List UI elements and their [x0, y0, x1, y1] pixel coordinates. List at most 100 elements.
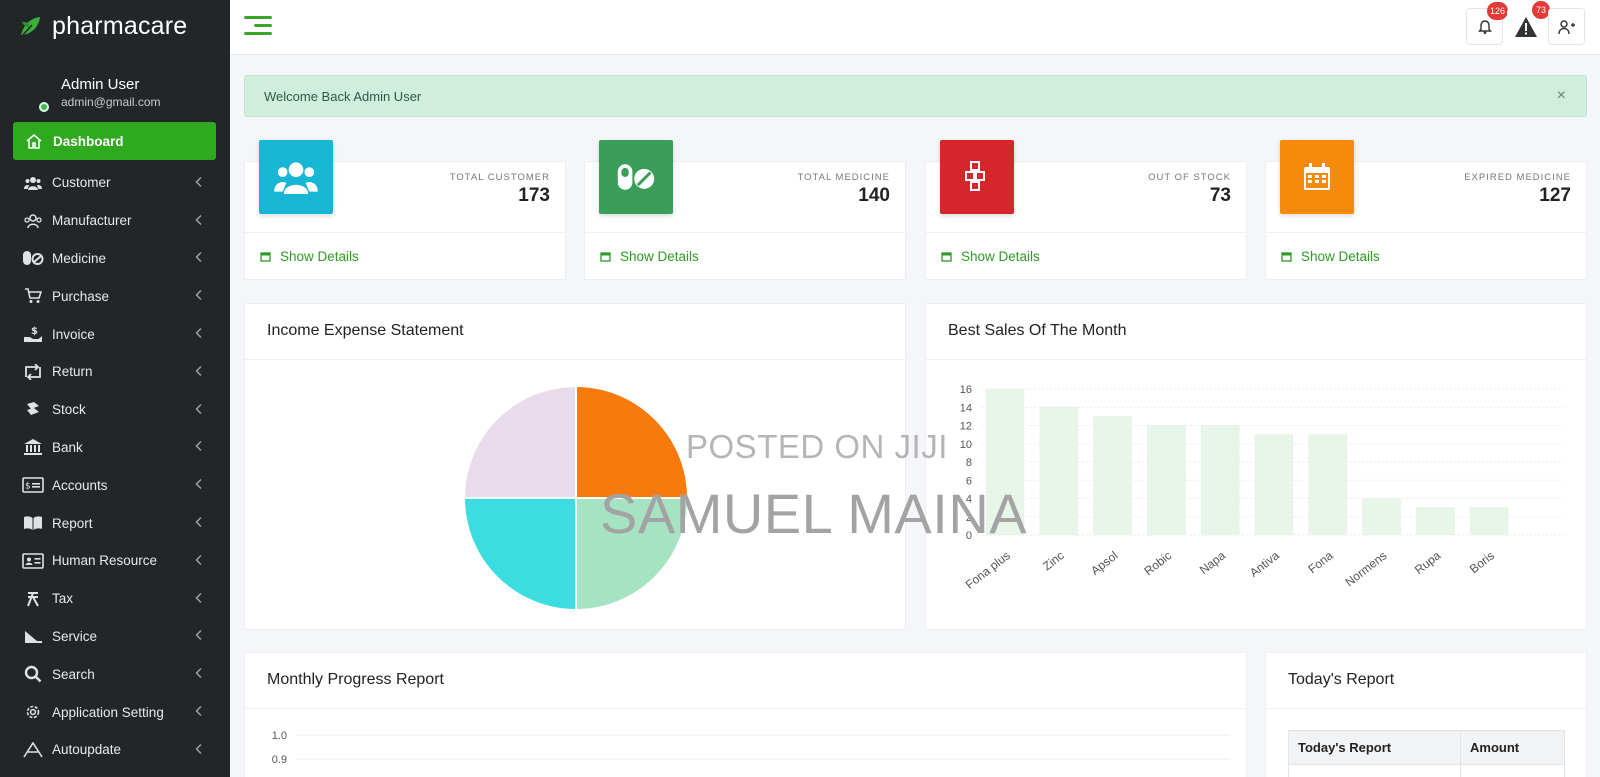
chevron-left-icon	[195, 175, 202, 190]
column-header-report: Today's Report	[1288, 730, 1461, 765]
show-details-link[interactable]: Show Details	[245, 232, 565, 264]
bell-icon	[1477, 19, 1492, 34]
chevron-left-icon	[195, 553, 202, 568]
stat-value: 73	[1209, 185, 1231, 206]
sidebar-item-label: Service	[52, 628, 98, 644]
sidebar-item-invoice[interactable]: $ Invoice	[0, 315, 230, 353]
show-details-label: Show Details	[961, 249, 1040, 264]
x-tick-label: Normens	[1342, 548, 1389, 589]
id-card-icon	[22, 552, 44, 570]
pie-slice[interactable]	[462, 384, 577, 499]
stat-card-total-medicine: TOTAL MEDICINE 140 Show Details	[584, 140, 906, 280]
watermark-line-1: POSTED ON JIJI	[686, 428, 948, 465]
sidebar: pharmacare Admin User admin@gmail.com Da…	[0, 0, 230, 777]
alerts-button[interactable]: 73	[1507, 1, 1550, 45]
todays-report-panel: Today's Report Today's Report Amount	[1265, 652, 1587, 777]
user-panel: Admin User admin@gmail.com	[0, 52, 230, 122]
bar[interactable]	[1469, 507, 1509, 536]
x-tick-label: Zinc	[1040, 548, 1066, 573]
sidebar-item-tax[interactable]: Tax	[0, 580, 230, 618]
stat-value: 173	[518, 185, 550, 206]
y-tick-label: 16	[960, 384, 972, 396]
sidebar-item-customer[interactable]: Customer	[0, 164, 230, 202]
show-details-link[interactable]: Show Details	[1266, 232, 1586, 264]
user-email: admin@gmail.com	[61, 95, 161, 109]
show-details-link[interactable]: Show Details	[926, 232, 1246, 264]
brand[interactable]: pharmacare	[0, 0, 230, 52]
sidebar-item-label: Bank	[52, 439, 83, 455]
stat-label: OUT OF STOCK	[1148, 172, 1231, 183]
user-plus-icon	[1557, 19, 1575, 34]
bar[interactable]	[1415, 507, 1455, 536]
pills-icon	[22, 249, 44, 267]
show-details-label: Show Details	[620, 249, 699, 264]
sidebar-item-label: Purchase	[52, 288, 110, 304]
sidebar-item-service[interactable]: Service	[0, 618, 230, 656]
welcome-alert: Welcome Back Admin User ×	[244, 75, 1587, 117]
users-icon	[259, 140, 333, 214]
bar[interactable]	[1146, 425, 1186, 536]
sidebar-item-application-setting[interactable]: Application Setting	[0, 693, 230, 731]
chevron-left-icon	[195, 629, 202, 644]
sidebar-item-manufacturer[interactable]: Manufacturer	[0, 202, 230, 240]
autoupdate-icon	[22, 741, 44, 759]
sidebar-item-dashboard[interactable]: Dashboard	[13, 122, 216, 160]
user-name: Admin User	[61, 76, 140, 93]
sidebar-item-stock[interactable]: Stock	[0, 391, 230, 429]
sidebar-item-bank[interactable]: Bank	[0, 429, 230, 467]
chevron-left-icon	[195, 478, 202, 493]
column-header-amount: Amount	[1460, 730, 1565, 765]
x-tick-label: Rupa	[1412, 548, 1443, 577]
show-details-link[interactable]: Show Details	[585, 232, 905, 264]
cubes-icon	[940, 140, 1014, 214]
sidebar-item-return[interactable]: Return	[0, 353, 230, 391]
y-tick-label: 0.9	[272, 754, 287, 766]
pie-slice[interactable]	[462, 497, 577, 612]
x-tick-label: Boris	[1467, 548, 1497, 576]
menu-toggle-icon[interactable]	[244, 16, 272, 38]
notifications-button[interactable]: 126	[1466, 2, 1508, 45]
stat-label: TOTAL MEDICINE	[797, 172, 890, 183]
pills-icon	[599, 140, 673, 214]
add-user-button[interactable]	[1548, 8, 1585, 45]
todays-report-table: Today's Report Amount	[1288, 730, 1565, 777]
sidebar-item-accounts[interactable]: $ Accounts	[0, 466, 230, 504]
stat-value: 127	[1539, 185, 1571, 206]
sidebar-item-medicine[interactable]: Medicine	[0, 240, 230, 278]
home-icon	[23, 132, 45, 150]
bar[interactable]	[1200, 425, 1240, 536]
best-sales-panel: Best Sales Of The Month 0 2 4 6 8 10 12 14 16 Fon…	[925, 303, 1587, 630]
sidebar-item-label: Dashboard	[53, 133, 124, 149]
x-tick-label: Fona	[1305, 548, 1335, 576]
stat-card-expired-medicine: EXPIRED MEDICINE 127 Show Details	[1265, 140, 1587, 280]
x-tick-label: Antiva	[1247, 548, 1282, 580]
y-tick-label: 1.0	[272, 730, 287, 742]
stat-label: TOTAL CUSTOMER	[449, 172, 550, 183]
notifications-badge: 126	[1486, 2, 1508, 20]
close-icon[interactable]: ×	[1557, 87, 1566, 105]
y-tick-label: 10	[960, 439, 972, 451]
stat-label: EXPIRED MEDICINE	[1464, 172, 1571, 183]
x-tick-label: Napa	[1197, 548, 1228, 577]
chevron-left-icon	[195, 364, 202, 379]
x-tick-label: Fona plus	[963, 548, 1013, 591]
chevron-left-icon	[195, 213, 202, 228]
show-details-label: Show Details	[280, 249, 359, 264]
cart-icon	[22, 287, 44, 305]
bar[interactable]	[1093, 415, 1133, 536]
bar[interactable]	[1039, 406, 1079, 536]
sidebar-item-human-resource[interactable]: Human Resource	[0, 542, 230, 580]
sidebar-item-purchase[interactable]: Purchase	[0, 277, 230, 315]
table-row	[1288, 764, 1565, 777]
calendar-small-icon	[260, 252, 271, 262]
sidebar-item-search[interactable]: Search	[0, 655, 230, 693]
sidebar-item-autoupdate[interactable]: Autoupdate	[0, 731, 230, 769]
bar[interactable]	[1308, 434, 1348, 536]
sidebar-item-label: Report	[52, 515, 93, 531]
chevron-left-icon	[195, 667, 202, 682]
stat-card-out-of-stock: OUT OF STOCK 73 Show Details	[925, 140, 1247, 280]
bar[interactable]	[1254, 434, 1294, 536]
users-icon	[22, 174, 44, 192]
bar[interactable]	[1362, 498, 1402, 536]
sidebar-item-report[interactable]: Report	[0, 504, 230, 542]
